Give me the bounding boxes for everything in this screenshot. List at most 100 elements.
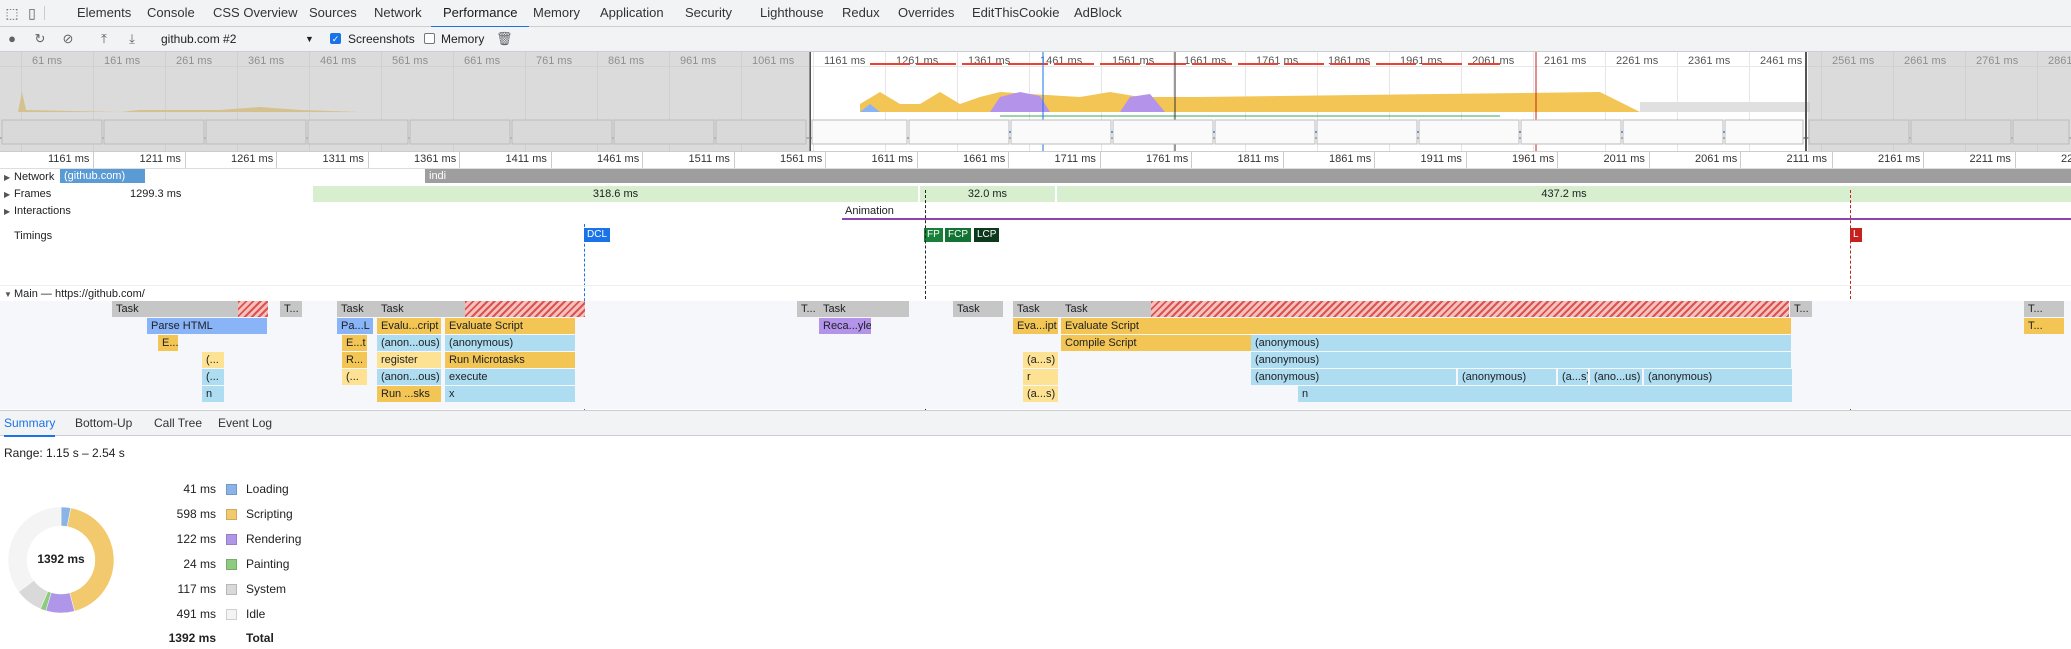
tab-sources[interactable]: Sources xyxy=(309,0,357,26)
main-track-header[interactable]: ▼ Main — https://github.com/ xyxy=(0,285,2071,302)
flame-task[interactable]: Task xyxy=(953,301,1003,317)
load-profile-icon[interactable]: ⤒ xyxy=(96,31,112,47)
flame-block[interactable]: (a...s) xyxy=(1023,386,1058,402)
tab-network[interactable]: Network xyxy=(374,0,422,26)
tab-application[interactable]: Application xyxy=(600,0,664,26)
tab-bottom-up[interactable]: Bottom-Up xyxy=(75,411,132,435)
flame-run-microtasks[interactable]: Run ...sks xyxy=(377,386,441,402)
fcp-marker[interactable]: FCP xyxy=(945,228,971,242)
frame-duration[interactable]: 1299.3 ms xyxy=(130,188,181,200)
save-profile-icon[interactable]: ⤓ xyxy=(124,31,140,47)
tab-css-overview[interactable]: CSS Overview xyxy=(213,0,298,26)
flame-block[interactable]: n xyxy=(1298,386,1792,402)
flame-task[interactable]: Task xyxy=(1013,301,1063,317)
animation-bar[interactable] xyxy=(842,218,2071,220)
flame-task[interactable]: T... xyxy=(1790,301,1812,317)
flame-parse-html[interactable]: Parse HTML xyxy=(147,318,267,334)
flame-anonymous[interactable]: (anonymous) xyxy=(1251,352,1791,368)
flame-long-task[interactable] xyxy=(1151,301,1789,317)
flame-block[interactable]: (a...s) xyxy=(1023,352,1058,368)
expand-triangle-icon[interactable]: ▶ xyxy=(4,170,14,186)
flame-task[interactable]: T... xyxy=(280,301,302,317)
memory-checkbox[interactable] xyxy=(424,33,435,44)
flame-block[interactable]: (... xyxy=(202,352,224,368)
tab-console[interactable]: Console xyxy=(147,0,195,26)
flame-task[interactable]: Task xyxy=(819,301,909,317)
flame-anonymous[interactable]: (anon...ous) xyxy=(377,369,441,385)
flame-execute[interactable]: execute xyxy=(445,369,575,385)
flame-anonymous[interactable]: (anonymous) xyxy=(1644,369,1792,385)
flame-task[interactable]: Task xyxy=(112,301,242,317)
tab-security[interactable]: Security xyxy=(685,0,732,26)
flame-block[interactable]: n xyxy=(202,386,224,402)
flame-compile-script[interactable]: Compile Script xyxy=(1061,335,1251,351)
tab-adblock[interactable]: AdBlock xyxy=(1074,0,1122,26)
flame-task[interactable]: Task xyxy=(377,301,467,317)
flame-block[interactable]: E...t xyxy=(342,335,367,351)
flame-anonymous[interactable]: (anonymous) xyxy=(1251,369,1456,385)
flame-run-microtasks[interactable]: Run Microtasks xyxy=(445,352,575,368)
flame-anonymous[interactable]: (anonymous) xyxy=(445,335,575,351)
flame-block[interactable]: R... xyxy=(342,352,367,368)
tab-lighthouse[interactable]: Lighthouse xyxy=(760,0,824,26)
lcp-marker[interactable]: LCP xyxy=(974,228,1000,242)
flame-evaluate-script[interactable]: Evaluate Script xyxy=(445,318,575,334)
flame-recalc-style[interactable]: Reca...yle xyxy=(819,318,871,334)
flame-block[interactable]: (ano...us) xyxy=(1590,369,1642,385)
tab-editthiscookie[interactable]: EditThisCookie xyxy=(972,0,1059,26)
flame-parse-html[interactable]: Pa...L xyxy=(337,318,373,334)
flame-block[interactable]: r xyxy=(1023,369,1058,385)
tab-summary[interactable]: Summary xyxy=(4,411,56,437)
timeline-overview[interactable]: 61 ms161 ms261 ms361 ms461 ms561 ms661 m… xyxy=(0,52,2071,152)
tab-call-tree[interactable]: Call Tree xyxy=(154,411,202,435)
flame-evaluate-script[interactable]: Eva...ipt xyxy=(1013,318,1058,334)
animation-label[interactable]: Animation xyxy=(845,205,894,217)
flame-register[interactable]: register xyxy=(377,352,441,368)
network-track[interactable]: ▶ Network (github.com) indi xyxy=(0,169,2071,185)
flame-evaluate-script[interactable]: T... xyxy=(2024,318,2064,334)
interactions-track[interactable]: ▶ Interactions Animation xyxy=(0,203,2071,220)
frame-block[interactable]: 32.0 ms xyxy=(920,186,1055,202)
expand-triangle-icon[interactable]: ▶ xyxy=(4,204,14,220)
tab-event-log[interactable]: Event Log xyxy=(218,411,272,435)
flame-block[interactable]: (... xyxy=(202,369,224,385)
tab-overrides[interactable]: Overrides xyxy=(898,0,954,26)
tab-memory[interactable]: Memory xyxy=(533,0,580,26)
main-flame-chart[interactable]: Task T... Task Task T... Task Task Task … xyxy=(0,301,2071,409)
record-icon[interactable]: ● xyxy=(4,31,20,47)
clear-icon[interactable]: ⊘ xyxy=(60,31,76,47)
reload-record-icon[interactable]: ↻ xyxy=(32,31,48,47)
flame-task[interactable]: Task xyxy=(337,301,377,317)
network-request-bar-2[interactable] xyxy=(1885,169,2071,183)
flame-long-task[interactable] xyxy=(465,301,585,317)
tab-elements[interactable]: Elements xyxy=(77,0,131,26)
flame-anonymous[interactable]: (anon...ous) xyxy=(377,335,441,351)
network-request-github[interactable]: (github.com) xyxy=(60,169,145,183)
screenshots-checkbox[interactable]: ✓ xyxy=(330,33,341,44)
inspect-element-icon[interactable]: ⬚ xyxy=(4,5,20,21)
flame-evaluate-script[interactable]: Evaluate Script xyxy=(1061,318,1791,334)
flame-evaluate-script[interactable]: Evalu...cript xyxy=(377,318,441,334)
chevron-down-icon[interactable]: ▼ xyxy=(305,31,314,47)
flame-block[interactable]: (... xyxy=(342,369,367,385)
expand-triangle-icon[interactable]: ▶ xyxy=(4,187,14,203)
flame-block[interactable]: x xyxy=(445,386,575,402)
flame-task[interactable]: Task xyxy=(1061,301,1151,317)
flame-task[interactable]: T... xyxy=(2024,301,2064,317)
frame-block[interactable]: 437.2 ms xyxy=(1057,186,2071,202)
flame-anonymous[interactable]: (anonymous) xyxy=(1251,335,1791,351)
flame-anonymous[interactable]: (anonymous) xyxy=(1458,369,1556,385)
trash-icon[interactable]: 🗑 xyxy=(496,31,513,47)
frame-block[interactable]: 318.6 ms xyxy=(313,186,918,202)
dcl-marker[interactable]: DCL xyxy=(584,228,611,242)
device-toolbar-icon[interactable]: ▯ xyxy=(24,5,40,21)
network-request-bar[interactable]: indi xyxy=(425,169,1885,183)
profile-select[interactable]: github.com #2 xyxy=(161,31,236,47)
flame-block[interactable]: E... xyxy=(158,335,178,351)
flame-task[interactable]: T... xyxy=(797,301,819,317)
tab-redux[interactable]: Redux xyxy=(842,0,880,26)
flame-block[interactable]: (a...s) xyxy=(1558,369,1588,385)
frames-track[interactable]: ▶ Frames 1299.3 ms 318.6 ms 32.0 ms 437.2… xyxy=(0,186,2071,202)
tab-performance[interactable]: Performance xyxy=(431,0,530,28)
flame-long-task[interactable] xyxy=(238,301,268,317)
